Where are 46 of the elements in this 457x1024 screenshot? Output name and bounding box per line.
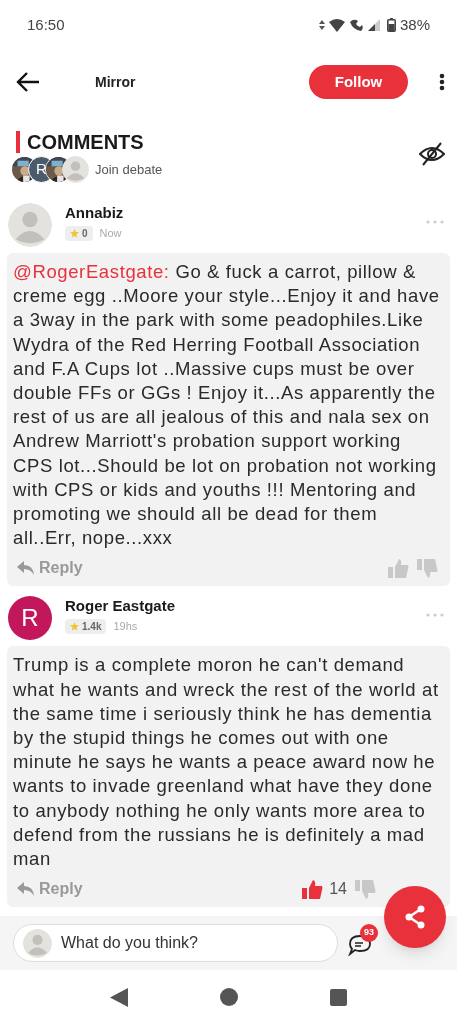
data-arrows-icon xyxy=(318,20,325,30)
thumbs-down-icon[interactable] xyxy=(355,879,376,899)
home-nav-icon[interactable] xyxy=(220,988,238,1006)
karma-count: 1.4k xyxy=(82,620,102,635)
reply-button[interactable]: Reply xyxy=(17,556,83,581)
join-debate-link[interactable]: Join debate xyxy=(95,159,163,180)
battery-icon xyxy=(386,18,396,32)
recents-nav-icon[interactable] xyxy=(330,988,347,1006)
thumbs-up-icon[interactable] xyxy=(388,558,409,578)
star-icon xyxy=(70,622,79,632)
like-count: 14 xyxy=(329,879,347,900)
user-avatar: R xyxy=(8,596,52,641)
thumbs-up-icon[interactable] xyxy=(302,879,324,899)
karma-count: 0 xyxy=(82,226,88,241)
status-time: 16:50 xyxy=(27,14,65,35)
follow-button[interactable]: Follow xyxy=(309,65,408,99)
comment-text: Trump is a complete moron he can't demand what he wants and wreck the rest of the world at the same time i seriously think he has dementia by the stupid things he comes out with one minute he says he wants a peace award now he wants to invade greenland what have they done to anybody nothing he only wants more area to defend from the russians he is definitely a mad man xyxy=(13,653,440,872)
back-arrow-icon[interactable] xyxy=(16,71,40,93)
more-options-icon[interactable] xyxy=(439,73,445,91)
call-icon xyxy=(348,18,364,32)
battery-percent: 38% xyxy=(399,14,430,35)
wifi-icon xyxy=(328,18,345,32)
reply-button[interactable]: Reply xyxy=(17,877,83,902)
reply-arrow-icon xyxy=(17,882,35,897)
comment-input-field[interactable]: What do you think? xyxy=(13,924,338,962)
user-avatar xyxy=(8,203,52,247)
signal-icon xyxy=(367,19,380,31)
author-name: Annabiz xyxy=(65,203,124,223)
user-avatar xyxy=(23,928,52,958)
back-nav-icon[interactable] xyxy=(110,987,128,1007)
comments-icon[interactable] xyxy=(348,934,372,956)
accent-bar xyxy=(16,131,20,153)
comment-text: @RogerEastgate: Go & fuck a carrot, pillow & creme egg ..Moore your style...Enjoy it and have a 3way in the park with some peadophiles.Like Wydra of the Red Herring Football Association and F.A Cups lot ..Massive cups must be over double FFs or GGs ! Enjoy it...As apparently the rest of us are all jealous of this and nala sex on Andrew Marriott's probation support working CPS lot...Should be lot on probation not working with CPS or kids and youths !!! Mentoring and promoting we should all be dead for them all..Err, nope...xxx xyxy=(13,260,441,551)
thumbs-down-icon[interactable] xyxy=(417,558,438,578)
star-icon xyxy=(70,228,79,238)
count-badge: 93 xyxy=(360,924,378,942)
comment-time: Now xyxy=(99,226,122,241)
hide-eye-icon[interactable] xyxy=(419,142,445,166)
comment-time: 19hs xyxy=(113,619,138,635)
reply-arrow-icon xyxy=(17,561,35,576)
publisher-name: Mirror xyxy=(95,72,136,92)
comment-input[interactable]: What do you think? xyxy=(61,931,337,955)
share-icon xyxy=(403,905,427,929)
author-name: Roger Eastgate xyxy=(65,596,176,617)
user-avatar xyxy=(62,156,89,183)
section-title: COMMENTS xyxy=(27,130,144,154)
